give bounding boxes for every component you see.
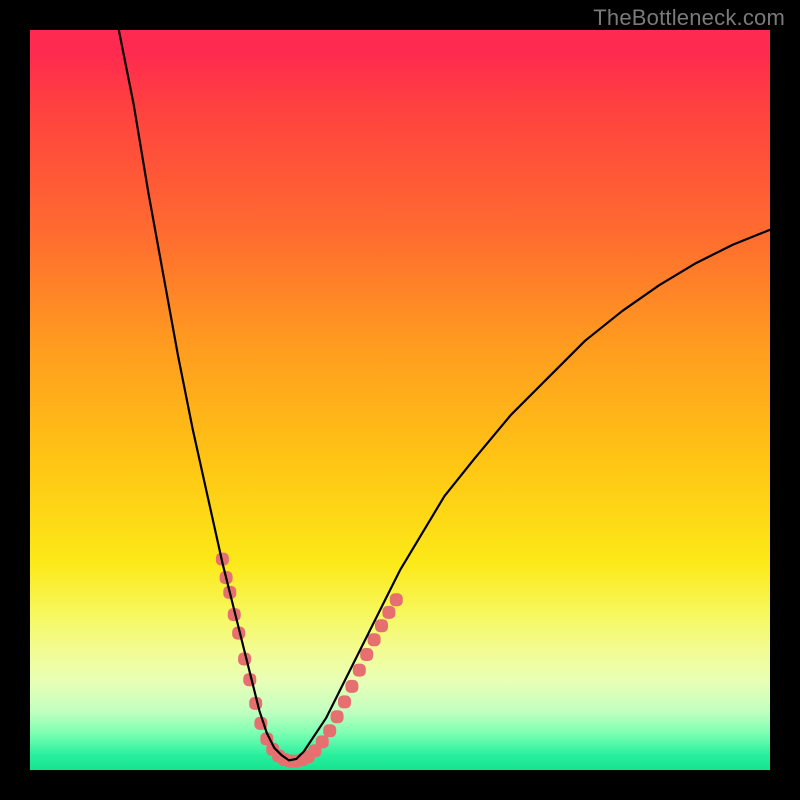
- marker-dot: [368, 633, 381, 646]
- marker-dot: [353, 664, 366, 677]
- marker-layer: [216, 553, 403, 768]
- marker-dot: [390, 593, 403, 606]
- marker-dot: [331, 710, 344, 723]
- marker-dot: [338, 695, 351, 708]
- chart-frame: TheBottleneck.com: [0, 0, 800, 800]
- marker-dot: [375, 619, 388, 632]
- marker-dot: [382, 606, 395, 619]
- marker-dot: [360, 648, 373, 661]
- marker-dot: [323, 724, 336, 737]
- watermark-text: TheBottleneck.com: [593, 5, 785, 31]
- chart-svg: [30, 30, 770, 770]
- marker-dot: [316, 735, 329, 748]
- plot-area: [30, 30, 770, 770]
- bottleneck-curve: [119, 30, 770, 760]
- marker-dot: [345, 680, 358, 693]
